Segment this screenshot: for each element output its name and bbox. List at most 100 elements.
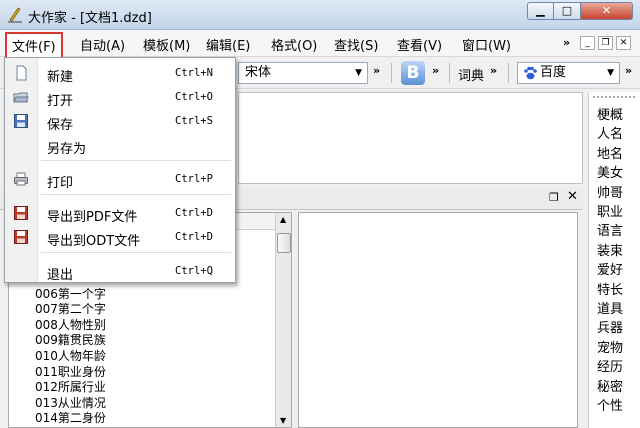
scroll-up-icon[interactable]: ▲ — [280, 215, 286, 224]
close-button[interactable]: ✕ — [581, 2, 633, 20]
dictionary-label: 词典 — [458, 69, 485, 84]
search-engine-value: 百度 — [540, 65, 567, 80]
file-menu-item[interactable]: 保存 Ctrl+S — [5, 110, 235, 133]
category-item[interactable]: 宠物 — [597, 337, 623, 356]
menu-item-shortcut: Ctrl+D — [175, 207, 213, 219]
menu-separator — [41, 194, 231, 195]
menu-view[interactable]: 查看(V) — [397, 35, 442, 54]
menu-format[interactable]: 格式(O) — [271, 35, 317, 54]
file-menu-item[interactable]: 导出到ODT文件 Ctrl+D — [5, 226, 235, 249]
menu-separator — [41, 160, 231, 161]
category-item[interactable]: 梗概 — [597, 104, 623, 123]
toolbar-overflow-chevron-2[interactable]: » — [432, 64, 439, 77]
menu-item-label: 导出到PDF文件 — [47, 210, 138, 225]
scroll-down-icon[interactable]: ▼ — [280, 416, 286, 425]
bold-button[interactable]: B — [401, 61, 425, 85]
app-logo-icon — [8, 7, 22, 23]
list-item[interactable]: 010人物年龄 — [35, 349, 106, 365]
menu-separator — [41, 252, 231, 253]
category-item[interactable]: 帅哥 — [597, 182, 623, 201]
menu-item-label: 另存为 — [47, 142, 87, 157]
list-item[interactable]: 008人物性别 — [35, 318, 106, 334]
menu-window[interactable]: 窗口(W) — [462, 35, 511, 54]
toolbar-divider — [449, 63, 450, 83]
document-editor[interactable] — [238, 92, 583, 184]
file-menu-item[interactable]: 另存为 — [5, 134, 235, 157]
folder-open-icon — [13, 89, 29, 105]
category-item[interactable]: 经历 — [597, 356, 623, 375]
template-list-rows: 005人物姓氏006第一个字007第二个字008人物性别009籍贯民族010人物… — [35, 271, 106, 427]
category-item[interactable]: 兵器 — [597, 317, 623, 336]
menu-item-shortcut: Ctrl+D — [175, 231, 213, 243]
export-pdf-icon — [13, 205, 29, 221]
minimize-button[interactable]: ▁ — [527, 2, 554, 20]
file-menu-item[interactable]: 打印 Ctrl+P — [5, 168, 235, 191]
toolbar-overflow-chevron[interactable]: » — [373, 64, 380, 77]
file-menu-item[interactable]: 导出到PDF文件 Ctrl+D — [5, 202, 235, 225]
menu-edit[interactable]: 编辑(E) — [206, 35, 250, 54]
list-item[interactable]: 014第二身份 — [35, 411, 106, 427]
menu-item-shortcut: Ctrl+N — [175, 67, 213, 79]
menu-item-label: 打开 — [47, 94, 74, 109]
category-item[interactable]: 装束 — [597, 240, 623, 259]
template-detail-pane[interactable] — [298, 212, 578, 428]
menu-item-shortcut: Ctrl+O — [175, 91, 213, 103]
file-menu-item[interactable]: 打开 Ctrl+O — [5, 86, 235, 109]
toolbar-overflow-chevron-4[interactable]: » — [625, 64, 632, 77]
menu-bar: 文件(F) 自动(A) 模板(M) 编辑(E) 格式(O) 查找(S) 查看(V… — [0, 30, 640, 59]
mdi-close-button[interactable]: ✕ — [616, 36, 631, 50]
list-item[interactable]: 013从业情况 — [35, 396, 106, 412]
category-item[interactable]: 个性 — [597, 395, 623, 414]
category-item[interactable]: 美女 — [597, 162, 623, 181]
file-menu-item[interactable]: 退出 Ctrl+Q — [5, 260, 235, 283]
chevron-down-icon: ▼ — [607, 68, 614, 78]
mdi-minimize-button[interactable]: _ — [580, 36, 595, 50]
list-item[interactable]: 009籍贯民族 — [35, 333, 106, 349]
toolbar-divider — [391, 63, 392, 83]
category-item[interactable]: 语言 — [597, 220, 623, 239]
pin-icon[interactable]: ❐ — [549, 191, 559, 204]
category-item[interactable]: 道具 — [597, 298, 623, 317]
category-item[interactable]: 人名 — [597, 123, 623, 142]
list-scrollbar[interactable]: ▲ ▼ — [275, 213, 291, 427]
list-item[interactable]: 007第二个字 — [35, 302, 106, 318]
font-family-select[interactable]: 宋体 ▼ — [238, 62, 368, 84]
baidu-paw-icon — [524, 66, 537, 80]
panel-close-icon[interactable]: ✕ — [567, 189, 578, 204]
menu-item-label: 打印 — [47, 176, 74, 191]
menu-find[interactable]: 查找(S) — [334, 35, 378, 54]
category-item[interactable]: 爱好 — [597, 259, 623, 278]
chevron-down-icon: ▼ — [355, 68, 362, 78]
category-panel: 梗概 人名 地名 美女 帅哥 职业 语言 装束 爱好 特长 道具 兵器 宠物 经历 秘密 个性 — [588, 92, 640, 428]
menu-item-label: 新建 — [47, 70, 74, 85]
export-odt-icon — [13, 229, 29, 245]
menu-template[interactable]: 模板(M) — [143, 35, 190, 54]
menu-auto[interactable]: 自动(A) — [80, 35, 125, 54]
printer-icon — [13, 171, 29, 187]
menu-overflow-chevron[interactable]: » — [563, 36, 570, 49]
font-family-value: 宋体 — [245, 65, 272, 80]
title-bar: 大作家 - [文档1.dzd] ▁ □ ✕ — [0, 0, 640, 30]
panel-grip — [593, 96, 635, 98]
menu-file[interactable]: 文件(F) — [5, 32, 63, 59]
category-item[interactable]: 特长 — [597, 279, 623, 298]
search-engine-select[interactable]: 百度 ▼ — [517, 62, 620, 84]
menu-item-shortcut: Ctrl+S — [175, 115, 213, 127]
category-item[interactable]: 职业 — [597, 201, 623, 220]
menu-item-label: 退出 — [47, 268, 74, 283]
maximize-button[interactable]: □ — [554, 2, 581, 20]
scroll-thumb[interactable] — [277, 233, 291, 253]
category-item[interactable]: 地名 — [597, 143, 623, 162]
toolbar-overflow-chevron-3[interactable]: » — [490, 64, 497, 77]
list-item[interactable]: 011职业身份 — [35, 365, 106, 381]
file-menu-item[interactable]: 新建 Ctrl+N — [5, 62, 235, 85]
toolbar-divider — [508, 63, 509, 83]
file-menu-dropdown: 新建 Ctrl+N 打开 Ctrl+O 保存 Ctrl+S 另存为打印 Ctrl+P 导出到PD… — [4, 57, 236, 283]
list-item[interactable]: 012所属行业 — [35, 380, 106, 396]
category-item[interactable]: 秘密 — [597, 376, 623, 395]
save-icon — [13, 113, 29, 129]
menu-item-label: 保存 — [47, 118, 74, 133]
list-item[interactable]: 006第一个字 — [35, 287, 106, 303]
mdi-restore-button[interactable]: ❐ — [598, 36, 613, 50]
menu-item-shortcut: Ctrl+Q — [175, 265, 213, 277]
